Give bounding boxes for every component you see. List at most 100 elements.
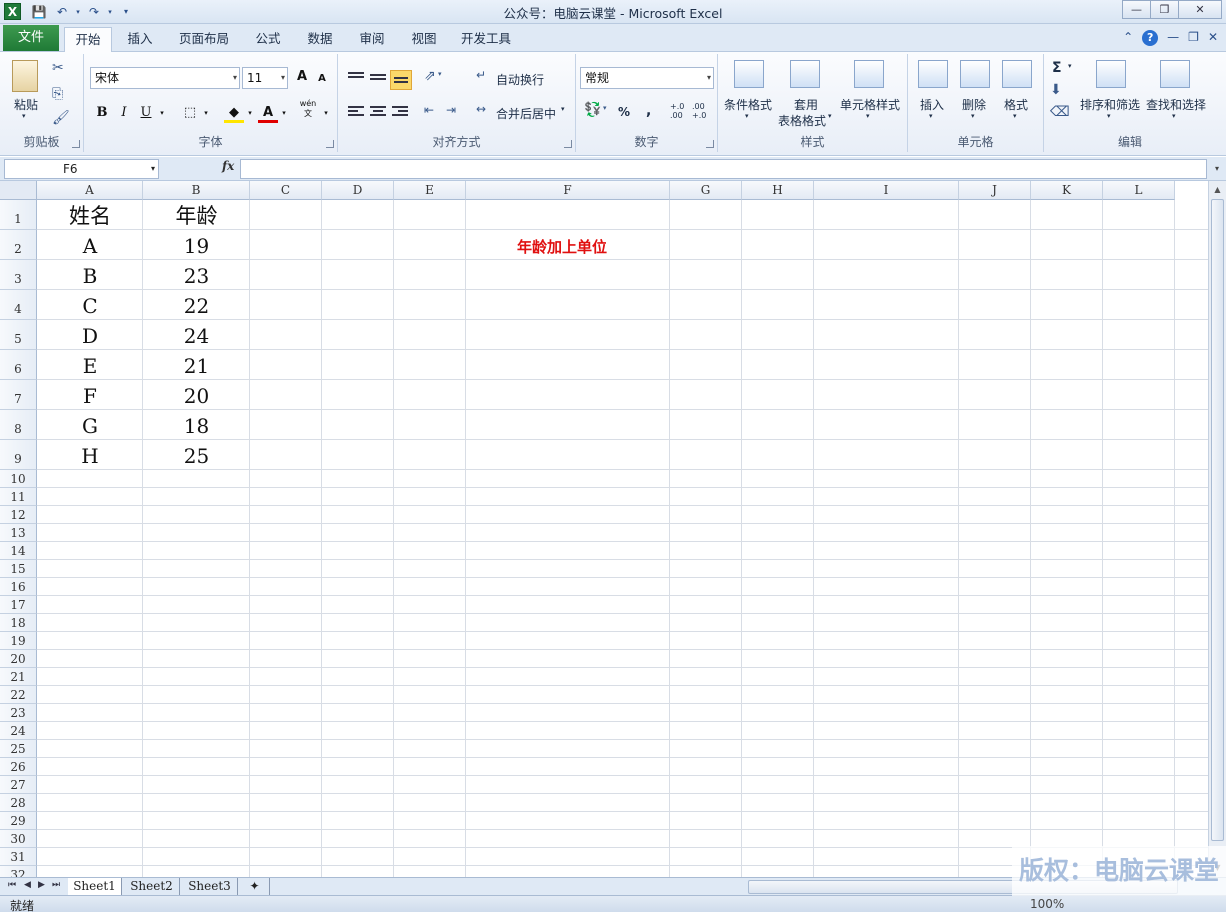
tab-home[interactable]: 开始 <box>64 27 112 53</box>
name-box[interactable]: F6 ▾ <box>4 159 159 179</box>
restore-button[interactable]: ❐ <box>1150 0 1179 19</box>
sort-filter-dropdown-icon[interactable]: ▾ <box>1107 112 1111 120</box>
doc-restore-icon[interactable]: ❐ <box>1188 30 1199 46</box>
format-cells-icon[interactable] <box>1002 60 1032 88</box>
cell-age[interactable]: 23 <box>143 260 250 290</box>
orientation-icon[interactable]: ⇗ <box>424 68 436 84</box>
sheet-tab-2[interactable]: Sheet2 <box>124 878 180 895</box>
copy-icon[interactable]: ⎘ <box>52 86 63 102</box>
row-header-19[interactable]: 19 <box>0 632 37 650</box>
cell-age[interactable]: 24 <box>143 320 250 350</box>
row-header-1[interactable]: 1 <box>0 200 37 230</box>
column-header-B[interactable]: B <box>143 181 250 200</box>
insert-cells-button[interactable]: 插入 <box>920 96 944 113</box>
tab-view[interactable]: 视图 <box>402 27 446 51</box>
cell-age[interactable]: 21 <box>143 350 250 380</box>
row-header-7[interactable]: 7 <box>0 380 37 410</box>
cell-age[interactable]: 19 <box>143 230 250 260</box>
cell-name[interactable]: F <box>37 380 143 410</box>
bold-button[interactable]: B <box>92 103 112 123</box>
cell-name[interactable]: B <box>37 260 143 290</box>
clear-icon[interactable]: ⌫ <box>1050 104 1070 120</box>
insert-sheet-icon[interactable]: ✦ <box>240 878 270 895</box>
column-header-F[interactable]: F <box>466 181 670 200</box>
last-sheet-icon[interactable]: ⏭ <box>52 880 60 890</box>
vertical-scroll-thumb[interactable] <box>1211 199 1224 841</box>
find-select-icon[interactable] <box>1160 60 1190 88</box>
format-cells-button[interactable]: 格式 <box>1004 96 1028 113</box>
cell-name[interactable]: A <box>37 230 143 260</box>
row-header-10[interactable]: 10 <box>0 470 37 488</box>
currency-dropdown-icon[interactable]: ▾ <box>603 104 607 112</box>
row-header-2[interactable]: 2 <box>0 230 37 260</box>
help-icon[interactable]: ? <box>1142 30 1159 46</box>
number-launcher-icon[interactable] <box>706 140 714 148</box>
align-middle-icon[interactable] <box>370 74 386 86</box>
format-painter-icon[interactable]: 🖌 <box>52 110 70 126</box>
row-header-22[interactable]: 22 <box>0 686 37 704</box>
row-header-6[interactable]: 6 <box>0 350 37 380</box>
sort-filter-icon[interactable] <box>1096 60 1126 88</box>
cell-name[interactable]: G <box>37 410 143 440</box>
borders-dropdown-icon[interactable]: ▾ <box>196 103 216 123</box>
row-header-16[interactable]: 16 <box>0 578 37 596</box>
font-color-dropdown-icon[interactable]: ▾ <box>274 103 294 123</box>
find-select-button[interactable]: 查找和选择 <box>1146 96 1206 113</box>
row-header-17[interactable]: 17 <box>0 596 37 614</box>
merge-center-button[interactable]: 合并后居中 <box>496 105 556 122</box>
italic-button[interactable]: I <box>114 103 134 123</box>
cell-age[interactable]: 25 <box>143 440 250 470</box>
column-header-L[interactable]: L <box>1103 181 1175 200</box>
shrink-font-button[interactable]: A <box>312 69 332 89</box>
orientation-dropdown-icon[interactable]: ▾ <box>438 70 442 78</box>
number-format-select[interactable]: 常规 ▾ <box>580 67 714 89</box>
sort-filter-button[interactable]: 排序和筛选 <box>1080 96 1140 113</box>
column-header-C[interactable]: C <box>250 181 322 200</box>
cell-name[interactable]: D <box>37 320 143 350</box>
formula-input[interactable] <box>240 159 1207 179</box>
phonetic-guide-icon[interactable]: wén 文 <box>298 99 318 119</box>
paste-button[interactable]: 粘贴 <box>14 96 38 113</box>
vertical-scrollbar[interactable]: ▲ ▼ <box>1208 181 1226 877</box>
underline-dropdown-icon[interactable]: ▾ <box>152 103 172 123</box>
decrease-decimal-button[interactable]: .00 +.0 <box>692 102 710 120</box>
tab-developer[interactable]: 开发工具 <box>454 27 518 51</box>
row-header-27[interactable]: 27 <box>0 776 37 794</box>
format-as-table-button[interactable]: 表格格式 <box>778 112 826 129</box>
decrease-indent-icon[interactable]: ⇤ <box>424 103 434 117</box>
conditional-format-button[interactable]: 条件格式 <box>724 96 772 113</box>
row-header-21[interactable]: 21 <box>0 668 37 686</box>
insert-function-button[interactable]: fx <box>222 159 234 173</box>
tab-review[interactable]: 审阅 <box>350 27 394 51</box>
sheet-tab-1[interactable]: Sheet1 <box>68 878 122 895</box>
column-header-J[interactable]: J <box>959 181 1031 200</box>
format-as-table-icon[interactable] <box>790 60 820 88</box>
scroll-up-icon[interactable]: ▲ <box>1210 182 1225 197</box>
fill-icon[interactable]: ⬇ <box>1050 82 1062 98</box>
font-launcher-icon[interactable] <box>326 140 334 148</box>
fill-color-dropdown-icon[interactable]: ▾ <box>240 103 260 123</box>
comma-button[interactable]: , <box>646 103 651 119</box>
row-header-11[interactable]: 11 <box>0 488 37 506</box>
column-header-E[interactable]: E <box>394 181 466 200</box>
currency-icon[interactable]: 💱 <box>584 102 601 118</box>
tab-data[interactable]: 数据 <box>298 27 342 51</box>
column-header-K[interactable]: K <box>1031 181 1103 200</box>
increase-decimal-button[interactable]: +.0 .00 <box>670 102 688 120</box>
column-header-G[interactable]: G <box>670 181 742 200</box>
insert-cells-icon[interactable] <box>918 60 948 88</box>
column-header-D[interactable]: D <box>322 181 394 200</box>
row-header-24[interactable]: 24 <box>0 722 37 740</box>
wrap-text-button[interactable]: 自动换行 <box>496 71 544 88</box>
row-header-31[interactable]: 31 <box>0 848 37 866</box>
conditional-format-icon[interactable] <box>734 60 764 88</box>
autosum-button[interactable]: Σ <box>1052 60 1062 76</box>
doc-close-icon[interactable]: ✕ <box>1208 30 1218 46</box>
insert-dropdown-icon[interactable]: ▾ <box>929 112 933 120</box>
tab-formulas[interactable]: 公式 <box>246 27 290 51</box>
row-header-20[interactable]: 20 <box>0 650 37 668</box>
phonetic-dropdown-icon[interactable]: ▾ <box>316 103 336 123</box>
row-header-9[interactable]: 9 <box>0 440 37 470</box>
format-dropdown-icon[interactable]: ▾ <box>1013 112 1017 120</box>
delete-cells-icon[interactable] <box>960 60 990 88</box>
